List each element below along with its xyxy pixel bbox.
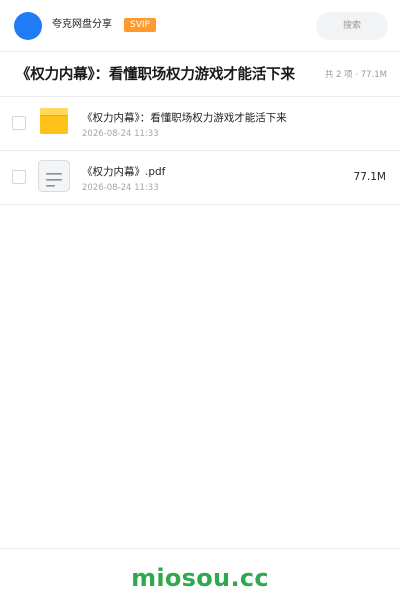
file-summary: 共 2 项 · 77.1M [324,70,387,80]
search-input[interactable]: 搜索 [316,12,388,40]
page-title: 《权力内幕》：看懂职场权力游戏才能活下来 [16,67,295,83]
file-row-pdf[interactable]: 《权力内幕》.pdf 2026-08-24 11:33 77.1M [0,151,400,205]
row-checkbox[interactable] [12,116,26,130]
search-placeholder: 搜索 [342,21,361,31]
file-date: 2026-08-24 11:33 [82,183,159,193]
title-bar: 《权力内幕》：看懂职场权力游戏才能活下来 共 2 项 · 77.1M [0,53,400,97]
file-name: 《权力内幕》：看懂职场权力游戏才能活下来 [82,112,287,124]
folder-icon [40,108,68,134]
document-icon [38,160,70,192]
row-checkbox[interactable] [12,170,26,184]
file-size: 77.1M [353,171,386,183]
top-header: 夸克网盘分享 SVIP 搜索 [0,0,400,52]
file-row-folder[interactable]: 《权力内幕》：看懂职场权力游戏才能活下来 2026-08-24 11:33 [0,97,400,151]
site-logo[interactable]: miosou.cc [0,563,400,593]
file-date: 2026-08-24 11:33 [82,129,159,139]
svip-badge: SVIP [124,18,156,32]
avatar[interactable] [14,12,42,40]
brand-name: 夸克网盘分享 [52,19,112,30]
footer: miosou.cc [0,548,400,600]
file-name: 《权力内幕》.pdf [82,166,166,178]
